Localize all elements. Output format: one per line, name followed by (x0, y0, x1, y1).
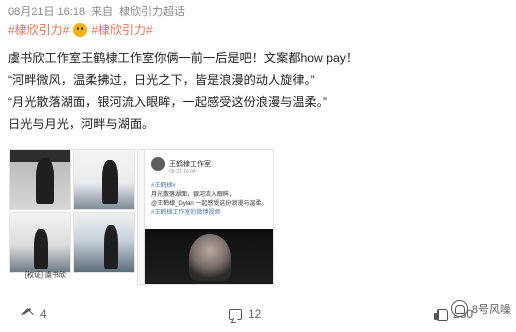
comment-button[interactable]: 12 (229, 307, 261, 321)
embedded-account-name: 王鹤棣工作室 (169, 161, 211, 168)
image-caption: [权证] 虞书欣 (25, 272, 66, 279)
post-date: 08月21日 16:18 (8, 6, 86, 18)
image-thumbnail-2[interactable] (73, 149, 135, 210)
topic-line: #棣欣引力# #棣欣引力# (8, 21, 153, 38)
post-body-line-1: 虞书欣工作室王鹤棣工作室你俩一前一后是吧！文案都how pay！ (8, 51, 359, 65)
watermark-text: 8号风噪 (471, 303, 511, 316)
watermark-logo-icon (450, 300, 468, 317)
post-body: 虞书欣工作室王鹤棣工作室你俩一前一后是吧！文案都how pay！ “河畔微风，温… (8, 47, 513, 135)
like-icon (434, 308, 448, 321)
embedded-post-time: 08-21 16:04 (169, 169, 196, 175)
comment-icon (229, 308, 242, 320)
post-topic-name[interactable]: 棣欣引力超话 (119, 3, 185, 19)
person-silhouette (36, 158, 54, 204)
person-silhouette (104, 225, 118, 269)
embedded-line-4: #王鹤棣工作室的微博视频 (151, 210, 221, 216)
hashtag-1[interactable]: #棣欣引力# (8, 21, 69, 38)
post-body-line-4: 日光与月光，河畔与湖面。 (8, 117, 155, 131)
share-icon (22, 308, 34, 320)
emoji-face-icon (73, 22, 88, 37)
image-thumbnail-3[interactable] (9, 212, 71, 273)
post-source-label: 来自 (91, 6, 114, 18)
comment-count: 12 (248, 307, 262, 321)
share-count: 4 (40, 307, 47, 321)
embedded-line-3: @王鹤棣_Dylan 一起感受这份浪漫与温柔。 (151, 201, 268, 207)
post-action-bar: 4 12 250 (0, 301, 516, 332)
embedded-video-preview (145, 229, 273, 284)
embedded-post-body: #王鹤棣# 月光散落湖面，银河流入眼眸， @王鹤棣_Dylan 一起感受这份浪漫… (151, 182, 269, 218)
share-button[interactable]: 4 (22, 307, 47, 321)
avatar (151, 157, 165, 171)
embedded-post-screenshot[interactable]: 王鹤棣工作室 08-21 16:04 #王鹤棣# 月光散落湖面，银河流入眼眸， … (144, 149, 274, 285)
image-thumbnail-1[interactable] (9, 149, 71, 210)
image-thumbnail-4[interactable] (73, 212, 135, 273)
person-silhouette (34, 229, 48, 269)
person-silhouette (102, 160, 118, 204)
watermark: 8号风噪 (450, 300, 511, 317)
post-body-line-2: “河畔微风，温柔拂过，日光之下，皆是浪漫的动人旋律。” (8, 73, 315, 87)
embedded-line-1: #王鹤棣# (151, 183, 176, 189)
weibo-post-page: 08月21日 16:18 来自 棣欣引力超话 #棣欣引力# #棣欣引力# 虞书欣… (0, 0, 516, 332)
embedded-line-2: 月光散落湖面，银河流入眼眸， (151, 192, 236, 198)
post-body-line-3: “月光散落湖面，银河流入眼眸，一起感受这份浪漫与温柔。” (8, 95, 327, 109)
video-figure (189, 234, 231, 281)
post-meta: 08月21日 16:18 来自 棣欣引力超话 (8, 3, 185, 19)
hashtag-2[interactable]: #棣欣引力# (91, 21, 152, 38)
